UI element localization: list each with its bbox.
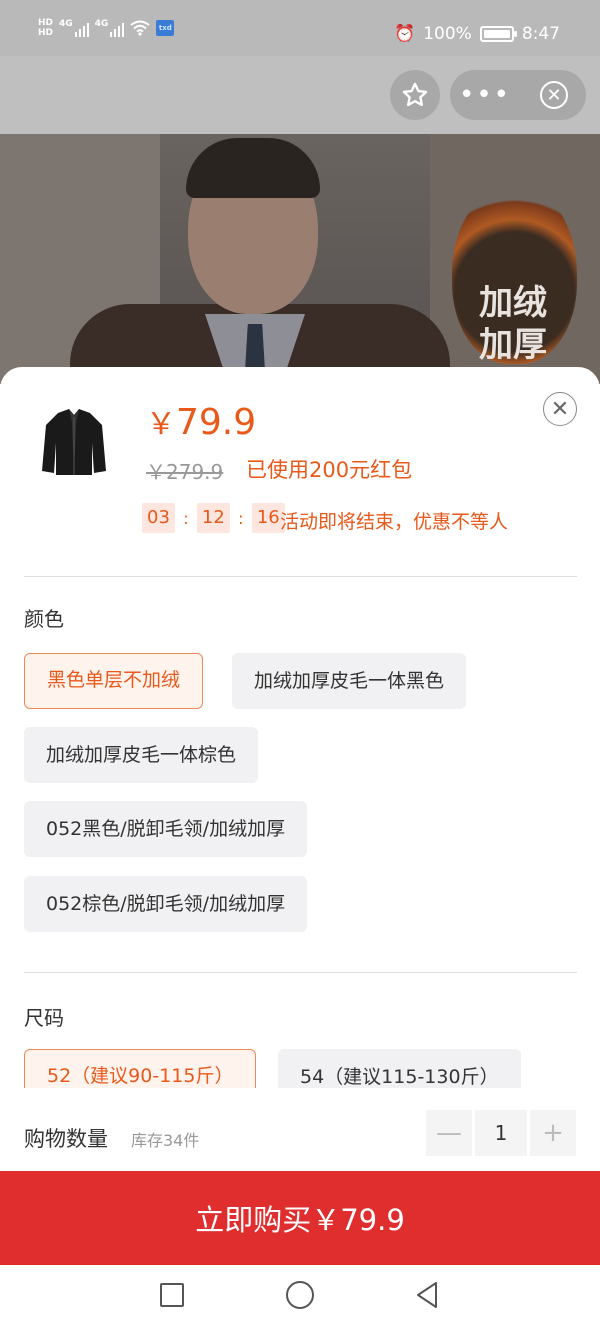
- signal-1-icon: 4G: [59, 19, 89, 37]
- color-option-1[interactable]: 加绒加厚皮毛一体黑色: [232, 653, 467, 709]
- hd-indicator: HD HD: [38, 18, 53, 38]
- hero-badge-line-2: 加厚: [479, 325, 547, 365]
- divider: [24, 576, 577, 577]
- hd-label-1: HD: [38, 18, 54, 28]
- countdown-message: 活动即将结束，优惠不等人: [280, 511, 509, 533]
- product-hero-image: 加绒 加厚: [0, 134, 600, 384]
- back-icon[interactable]: [414, 1281, 440, 1309]
- status-bar: HD HD 4G 4G txd ⏰ 100% 8:47: [0, 0, 600, 56]
- quantity-label: 购物数量: [24, 1127, 108, 1151]
- alarm-icon: ⏰: [394, 24, 416, 44]
- countdown-separator: :: [183, 508, 189, 528]
- increase-quantity-button[interactable]: +: [530, 1110, 576, 1156]
- size-option-0[interactable]: 52（建议90-115斤）: [24, 1049, 257, 1088]
- original-price: ￥279.9: [146, 460, 224, 484]
- countdown-hours: 03: [142, 503, 175, 533]
- signal-2-label: 4G: [94, 19, 109, 29]
- color-option-2[interactable]: 加绒加厚皮毛一体棕色: [24, 727, 259, 783]
- price-value: 79.9: [176, 402, 257, 443]
- color-section-title: 颜色: [24, 607, 64, 631]
- battery-icon: [479, 26, 517, 42]
- countdown-minutes: 12: [196, 503, 230, 533]
- color-option-3[interactable]: 052黑色/脱卸毛领/加绒加厚: [24, 801, 308, 857]
- system-navigation-bar: [0, 1265, 600, 1326]
- miniapp-capsule: ••• ✕: [450, 70, 586, 120]
- recent-apps-icon[interactable]: [160, 1283, 184, 1307]
- favorite-button[interactable]: [390, 70, 440, 120]
- stock-count: 库存34件: [131, 1131, 200, 1150]
- decrease-quantity-button[interactable]: —: [426, 1110, 472, 1156]
- size-options-scroll[interactable]: 52（建议90-115斤） 54（建议115-130斤）: [0, 1042, 600, 1088]
- coupon-applied-text: 已使用200元红包: [246, 458, 413, 482]
- size-section-title: 尺码: [24, 1006, 64, 1030]
- product-thumbnail: [42, 409, 106, 475]
- sheet-close-button[interactable]: ✕: [543, 392, 577, 426]
- more-button[interactable]: •••: [450, 70, 520, 120]
- buy-now-button[interactable]: 立即购买￥79.9: [0, 1171, 600, 1265]
- sku-bottom-sheet: ￥79.9 ￥279.9 已使用200元红包 03 : 12 : 16 活动即将…: [0, 367, 600, 1267]
- close-miniapp-button[interactable]: ✕: [540, 81, 568, 109]
- color-option-4[interactable]: 052棕色/脱卸毛领/加绒加厚: [24, 876, 308, 932]
- home-icon[interactable]: [286, 1281, 314, 1309]
- divider: [24, 972, 577, 973]
- close-icon: ✕: [550, 396, 570, 422]
- hero-badge-text: 加绒 加厚: [468, 282, 558, 366]
- battery-percent: 100%: [423, 24, 472, 44]
- quantity-value[interactable]: 1: [475, 1110, 527, 1156]
- size-option-1[interactable]: 54（建议115-130斤）: [278, 1049, 521, 1088]
- star-icon: [402, 82, 428, 107]
- signal-1-label: 4G: [59, 19, 73, 29]
- wifi-icon: [130, 20, 150, 36]
- countdown-separator: :: [238, 508, 244, 528]
- signal-2-icon: 4G: [95, 19, 125, 37]
- quantity-stepper: — 1 +: [426, 1110, 576, 1156]
- close-icon: ✕: [546, 84, 562, 106]
- countdown-timer: 03 : 12 : 16: [142, 503, 285, 533]
- color-option-0[interactable]: 黑色单层不加绒: [24, 653, 204, 709]
- status-right: ⏰ 100% 8:47: [394, 24, 560, 44]
- app-notification-icon: txd: [156, 20, 175, 36]
- sale-price: ￥79.9: [146, 399, 256, 443]
- price-symbol: ￥: [146, 407, 176, 442]
- status-left: HD HD 4G 4G txd: [38, 18, 175, 38]
- hd-label-2: HD: [38, 28, 54, 38]
- header-bar: ••• ✕: [0, 56, 600, 134]
- clock: 8:47: [521, 24, 560, 44]
- hero-badge-line-1: 加绒: [479, 283, 547, 323]
- product-sku-screen: HD HD 4G 4G txd ⏰ 100% 8:47 ••• ✕ 加绒 加厚 …: [0, 0, 600, 1326]
